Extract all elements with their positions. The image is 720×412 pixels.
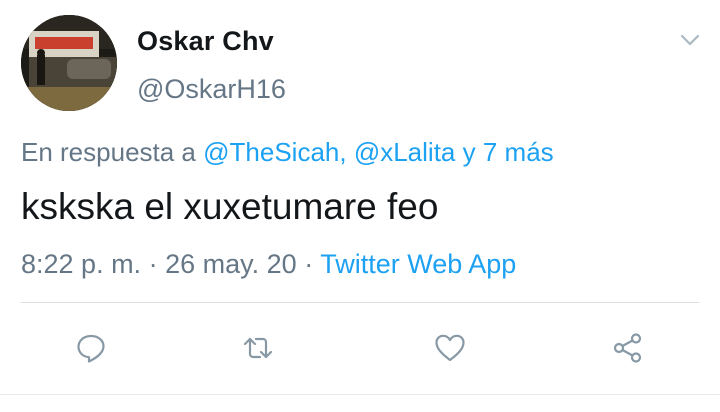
meta-separator: · — [148, 249, 158, 279]
tweet-source-link[interactable]: Twitter Web App — [320, 249, 516, 279]
avatar-photo — [21, 15, 117, 111]
bottom-divider — [0, 394, 720, 395]
reply-prefix: En respuesta a — [21, 137, 196, 167]
divider — [21, 302, 699, 303]
tweet-time[interactable]: 8:22 p. m. — [21, 249, 141, 279]
tweet-date[interactable]: 26 may. 20 — [165, 249, 297, 279]
meta-separator: · — [304, 249, 314, 279]
share-icon — [613, 333, 642, 363]
heart-icon — [435, 334, 465, 362]
retweet-button[interactable] — [238, 328, 278, 368]
comment-icon — [77, 334, 105, 363]
author-handle[interactable]: @OskarH16 — [137, 74, 286, 105]
retweet-icon — [243, 337, 273, 359]
reply-comma: , — [339, 137, 347, 167]
reply-user-link[interactable]: @TheSicah — [203, 137, 339, 167]
reply-context: En respuesta a @TheSicah, @xLalita y 7 m… — [21, 137, 554, 168]
reply-more-link[interactable]: y 7 más — [463, 137, 554, 167]
author-name[interactable]: Oskar Chv — [137, 26, 274, 57]
reply-button[interactable] — [71, 328, 111, 368]
reply-user-link[interactable]: @xLalita — [354, 137, 456, 167]
tweet-text: kskska el xuxetumare feo — [21, 186, 439, 227]
share-button[interactable] — [608, 328, 648, 368]
tweet-meta: 8:22 p. m. · 26 may. 20 · Twitter Web Ap… — [21, 249, 516, 280]
chevron-down-icon[interactable] — [678, 32, 702, 48]
avatar[interactable] — [21, 15, 117, 111]
like-button[interactable] — [430, 328, 470, 368]
